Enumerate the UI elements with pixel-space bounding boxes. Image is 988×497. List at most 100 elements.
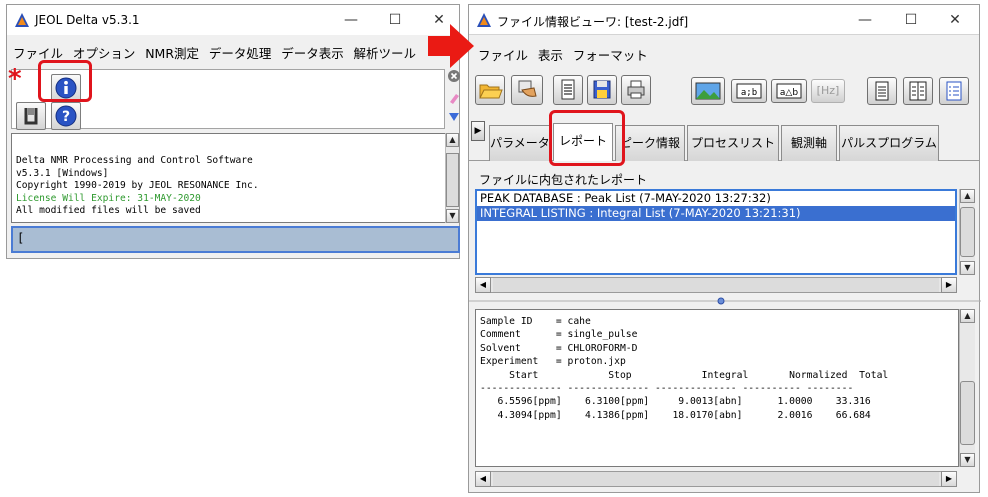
open-folder-button[interactable] <box>475 75 505 105</box>
command-input[interactable]: [ <box>11 226 460 253</box>
report-line: Comment = single_pulse <box>480 329 638 341</box>
text-abc-icon: a;b <box>736 83 762 99</box>
console-line: v5.3.1 [Windows] <box>16 167 109 179</box>
menu-nmr-measure[interactable]: NMR測定 <box>142 39 202 62</box>
pane-splitter[interactable] <box>469 295 981 305</box>
console-line: Copyright 1990-2019 by JEOL RESONANCE In… <box>16 180 259 192</box>
hscroll-thumb[interactable] <box>493 278 939 292</box>
console-line: All modified files will be saved <box>16 205 201 217</box>
svg-text:?: ? <box>62 109 70 125</box>
scroll-thumb[interactable] <box>960 207 975 257</box>
single-column-button[interactable] <box>867 77 897 105</box>
close-button[interactable]: ✕ <box>933 9 977 31</box>
list-item-selected[interactable]: INTEGRAL LISTING : Integral List (7-MAY-… <box>477 206 955 221</box>
svg-text:a△b: a△b <box>780 88 798 98</box>
scroll-up-icon[interactable]: ▲ <box>960 189 975 203</box>
tool-button[interactable] <box>511 75 543 105</box>
report-line: -------------- -------------- ----------… <box>480 383 854 395</box>
report-line: Experiment = proton.jxp <box>480 356 626 368</box>
tab-parameters[interactable]: パラメータ <box>489 125 551 161</box>
side-tools <box>447 69 461 129</box>
scroll-down-icon[interactable]: ▼ <box>960 261 975 275</box>
printer-icon <box>627 80 645 99</box>
menu-file[interactable]: ファイル <box>10 39 66 62</box>
double-column-button[interactable] <box>903 77 933 105</box>
column-double-icon <box>909 81 927 101</box>
scroll-thumb[interactable] <box>960 381 975 445</box>
maximize-button[interactable]: ☐ <box>889 9 933 31</box>
shape-icon: a△b <box>776 83 802 99</box>
report-scrollbar[interactable]: ▲ ▼ <box>959 309 975 467</box>
minimize-button[interactable]: — <box>329 9 373 31</box>
menu-data-processing[interactable]: データ処理 <box>206 39 275 62</box>
scroll-right-icon[interactable]: ▶ <box>941 277 957 293</box>
console-scrollbar[interactable]: ▲ ▼ <box>445 133 459 223</box>
hz-button[interactable]: [Hz] <box>811 79 845 103</box>
eraser-icon[interactable] <box>450 94 459 104</box>
scroll-thumb[interactable] <box>446 153 459 207</box>
save-button[interactable] <box>587 75 617 105</box>
license-line: License Will Expire: 31-MAY-2020 <box>16 192 201 204</box>
splitter-grip-icon <box>469 297 981 305</box>
highlight-report-tab <box>549 110 625 166</box>
tab-pulse-program[interactable]: パルスプログラム <box>839 125 939 161</box>
delta-logo-icon <box>15 13 29 27</box>
scroll-up-icon[interactable]: ▲ <box>446 133 459 147</box>
minimize-button[interactable]: — <box>843 9 887 31</box>
save-disk-icon <box>593 80 611 99</box>
menu-file[interactable]: ファイル <box>475 41 531 64</box>
title-bar: ファイル情報ビューワ: [test-2.jdf] — ☐ ✕ <box>469 5 979 35</box>
text-view-button[interactable]: a;b <box>731 79 767 103</box>
menu-view[interactable]: 表示 <box>535 41 566 64</box>
menu-analysis-tools[interactable]: 解析ツール <box>351 39 420 62</box>
console-line: Delta NMR Processing and Control Softwar… <box>16 155 253 166</box>
window-title: JEOL Delta v5.3.1 <box>35 13 140 27</box>
report-line: Sample ID = cahe <box>480 316 591 327</box>
file-info-viewer-window: ファイル情報ビューワ: [test-2.jdf] — ☐ ✕ ファイル 表示 フ… <box>468 4 981 493</box>
image-view-button[interactable] <box>691 77 725 105</box>
scroll-left-icon[interactable]: ◀ <box>475 277 491 293</box>
probe-button[interactable] <box>16 102 46 130</box>
tab-peak-info[interactable]: ピーク情報 <box>615 125 685 161</box>
scroll-right-icon[interactable]: ▶ <box>941 471 957 487</box>
report-list[interactable]: PEAK DATABASE : Peak List (7-MAY-2020 13… <box>475 189 957 275</box>
help-icon: ? <box>55 105 77 127</box>
report-text-area: Sample ID = cahe Comment = single_pulse So… <box>475 309 959 467</box>
tab-process-list[interactable]: プロセスリスト <box>687 125 779 161</box>
scroll-down-icon[interactable]: ▼ <box>446 209 459 223</box>
hand-tool-icon <box>518 80 537 97</box>
print-button[interactable] <box>621 75 651 105</box>
maximize-button[interactable]: ☐ <box>373 9 417 31</box>
scroll-down-icon[interactable]: ▼ <box>960 453 975 467</box>
delta-main-window: JEOL Delta v5.3.1 — ☐ ✕ ファイル オプション NMR測定… <box>6 4 460 259</box>
document-icon <box>561 79 575 100</box>
highlight-info-button <box>38 60 92 102</box>
document-button[interactable] <box>553 75 583 105</box>
title-bar: JEOL Delta v5.3.1 — ☐ ✕ <box>7 5 459 35</box>
report-hscrollbar[interactable]: ◀ ▶ <box>475 471 957 487</box>
menu-format[interactable]: フォーマット <box>570 41 651 64</box>
help-button[interactable]: ? <box>51 102 81 130</box>
tab-scroll-icon[interactable]: ▶ <box>471 121 485 141</box>
console-output: Delta NMR Processing and Control Softwar… <box>11 133 447 223</box>
report-line: Start Stop Integral Normalized Total <box>480 369 889 381</box>
scroll-left-icon[interactable]: ◀ <box>475 471 491 487</box>
list-view-button[interactable] <box>939 77 969 105</box>
list-item[interactable]: PEAK DATABASE : Peak List (7-MAY-2020 13… <box>477 191 955 206</box>
scroll-up-icon[interactable]: ▲ <box>960 309 975 323</box>
report-list-hscrollbar[interactable]: ◀ ▶ <box>475 277 957 293</box>
clear-icon[interactable] <box>448 70 460 82</box>
dropdown-triangle-icon[interactable] <box>449 113 459 121</box>
image-icon <box>695 82 721 100</box>
column-single-icon <box>875 81 889 101</box>
tab-observe-axis[interactable]: 観測軸 <box>781 125 837 161</box>
report-list-scrollbar[interactable]: ▲ ▼ <box>959 189 975 275</box>
report-line: 4.3094[ppm] 4.1386[ppm] 18.0170[abn] 2.0… <box>480 409 871 421</box>
menu-data-display[interactable]: データ表示 <box>278 39 347 62</box>
hscroll-thumb[interactable] <box>493 472 939 486</box>
svg-text:a;b: a;b <box>741 88 757 98</box>
menu-options[interactable]: オプション <box>70 39 139 62</box>
shape-view-button[interactable]: a△b <box>771 79 807 103</box>
red-arrow-icon <box>428 24 474 68</box>
annotation-star: * <box>8 64 22 94</box>
